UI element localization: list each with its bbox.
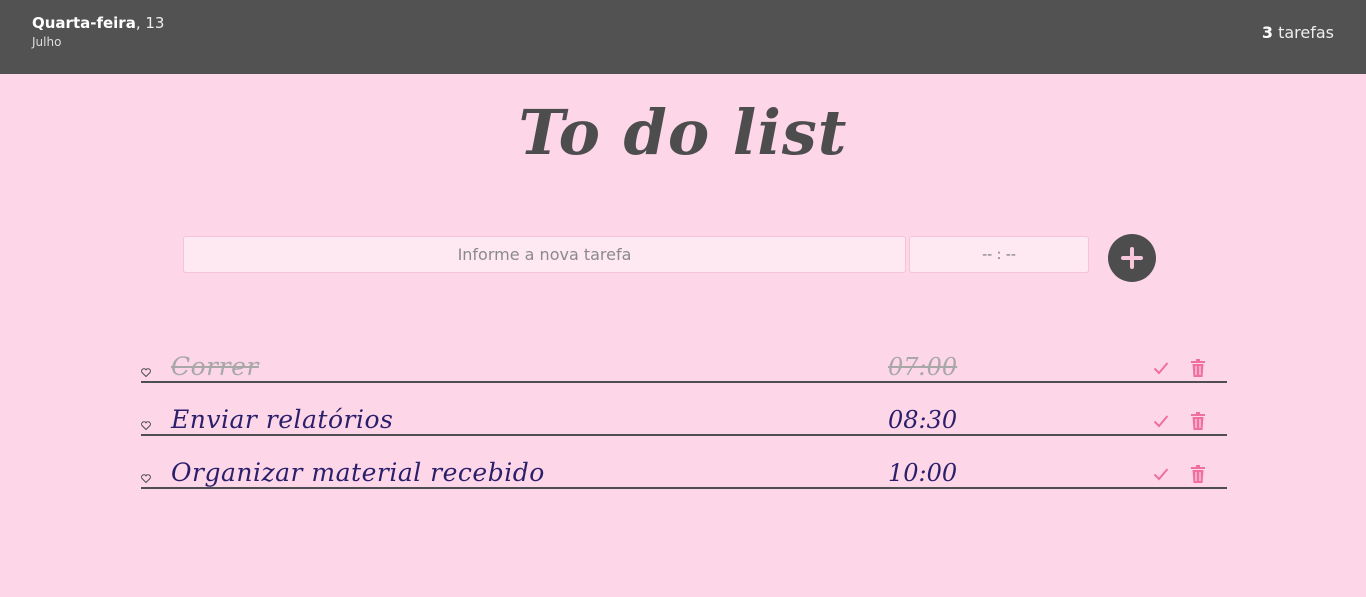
task-text[interactable]: Organizar material recebido xyxy=(171,458,545,487)
current-date: Quarta-feira, 13 Julho xyxy=(32,14,165,49)
task-row: Correr 07:00 xyxy=(141,330,1227,383)
trash-icon[interactable] xyxy=(1191,465,1205,483)
plus-icon xyxy=(1121,247,1143,269)
check-icon[interactable] xyxy=(1153,467,1169,481)
month: Julho xyxy=(32,35,62,49)
check-icon[interactable] xyxy=(1153,414,1169,428)
heart-icon xyxy=(141,421,151,430)
task-time: 07:00 xyxy=(888,353,958,381)
task-count-label: tarefas xyxy=(1272,23,1334,42)
day-number: , 13 xyxy=(135,14,165,32)
task-count: 3 xyxy=(1261,23,1273,42)
add-task-button[interactable] xyxy=(1108,234,1156,282)
task-text[interactable]: Correr xyxy=(171,352,259,381)
top-bar: Quarta-feira, 13 Julho 3 tarefas xyxy=(0,0,1366,74)
page-title: To do list xyxy=(518,96,848,169)
task-list: Correr 07:00 Enviar relatórios 08:30 Org… xyxy=(141,330,1227,489)
weekday: Quarta-feira xyxy=(32,14,136,32)
task-row: Organizar material recebido 10:00 xyxy=(141,436,1227,489)
new-task-input[interactable] xyxy=(183,236,906,273)
task-counter: 3 tarefas xyxy=(1262,23,1334,42)
task-time: 10:00 xyxy=(888,459,958,487)
trash-icon[interactable] xyxy=(1191,412,1205,430)
task-text[interactable]: Enviar relatórios xyxy=(171,405,393,434)
heart-icon xyxy=(141,368,151,377)
heart-icon xyxy=(141,474,151,483)
trash-icon[interactable] xyxy=(1191,359,1205,377)
check-icon[interactable] xyxy=(1153,361,1169,375)
task-time-input[interactable]: -- : -- xyxy=(909,236,1089,273)
task-row: Enviar relatórios 08:30 xyxy=(141,383,1227,436)
task-time: 08:30 xyxy=(888,406,958,434)
